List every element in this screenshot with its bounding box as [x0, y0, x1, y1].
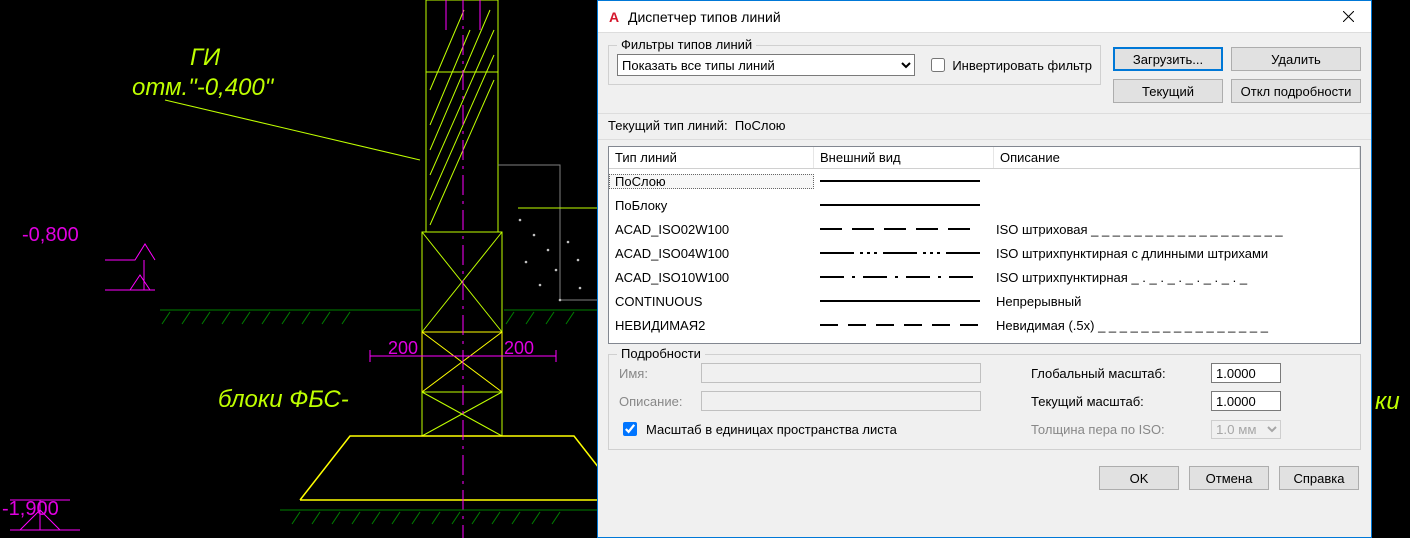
table-row[interactable]: НЕВИДИМАЯ2 Невидимая (.5x) _ _ _ _ _ _ _ …	[609, 313, 1360, 337]
paperspace-units-label[interactable]: Масштаб в единицах пространства листа	[619, 419, 897, 439]
load-button[interactable]: Загрузить...	[1113, 47, 1223, 71]
linetype-name: ACAD_ISO10W100	[609, 270, 814, 285]
linetype-desc: ISO штриховая _ _ _ _ _ _ _ _ _ _ _ _ _ …	[994, 222, 1360, 237]
details-name-input	[701, 363, 981, 383]
current-scale-label: Текущий масштаб:	[1031, 394, 1201, 409]
details-desc-label: Описание:	[619, 394, 689, 409]
filter-select[interactable]: Показать все типы линий	[617, 54, 915, 76]
linetype-swatch	[814, 319, 994, 331]
cad-dim-200b: 200	[504, 338, 534, 359]
table-row[interactable]: ACAD_ISO10W100 ISO штрихпунктирная _ . _ …	[609, 265, 1360, 289]
titlebar[interactable]: A Диспетчер типов линий	[598, 1, 1371, 33]
col-header-desc[interactable]: Описание	[994, 147, 1360, 168]
linetype-manager-dialog: A Диспетчер типов линий Фильтры типов ли…	[597, 0, 1372, 538]
invert-filter-checkbox[interactable]	[931, 58, 945, 72]
cancel-button[interactable]: Отмена	[1189, 466, 1269, 490]
col-header-appearance[interactable]: Внешний вид	[814, 147, 994, 168]
linetype-desc: Невидимая (.5x) _ _ _ _ _ _ _ _ _ _ _ _ …	[994, 318, 1360, 333]
linetype-desc: ISO штрихпунктирная с длинными штрихами	[994, 246, 1360, 261]
cad-dim-neg0800: -0,800	[22, 224, 79, 247]
col-header-name[interactable]: Тип линий	[609, 147, 814, 168]
filters-group: Фильтры типов линий Показать все типы ли…	[608, 45, 1101, 85]
table-row[interactable]: ПоСлою	[609, 169, 1360, 193]
details-name-label: Имя:	[619, 366, 689, 381]
paperspace-units-checkbox[interactable]	[623, 422, 637, 436]
current-linetype-row: Текущий тип линий: ПоСлою	[598, 113, 1371, 140]
dialog-button-row: OK Отмена Справка	[598, 458, 1371, 500]
hide-details-button[interactable]: Откл подробности	[1231, 79, 1361, 103]
linetype-name: ПоСлою	[609, 174, 814, 189]
table-row[interactable]: ПоБлоку	[609, 193, 1360, 217]
linetype-desc: Непрерывный	[994, 294, 1360, 309]
dialog-title: Диспетчер типов линий	[628, 9, 1319, 25]
table-row[interactable]: ACAD_ISO02W100 ISO штриховая _ _ _ _ _ _ …	[609, 217, 1360, 241]
linetype-swatch	[814, 295, 994, 307]
close-icon	[1343, 11, 1354, 22]
delete-button[interactable]: Удалить	[1231, 47, 1361, 71]
current-button[interactable]: Текущий	[1113, 79, 1223, 103]
linetype-name: НЕВИДИМАЯ2	[609, 318, 814, 333]
linetype-swatch	[814, 271, 994, 283]
autocad-icon: A	[606, 9, 622, 25]
cad-label-mark: отм."-0,400"	[132, 74, 273, 102]
cad-label-blocks: блоки ФБС-	[218, 386, 349, 414]
linetype-swatch	[814, 199, 994, 211]
linetype-table[interactable]: Тип линий Внешний вид Описание ПоСлою ПоБ…	[608, 146, 1361, 344]
cad-label-right: ки	[1375, 388, 1400, 416]
linetype-name: CONTINUOUS	[609, 294, 814, 309]
top-button-stack: Загрузить... Удалить Текущий Откл подроб…	[1113, 37, 1361, 105]
linetype-name: ACAD_ISO02W100	[609, 222, 814, 237]
filters-legend: Фильтры типов линий	[617, 37, 756, 52]
linetype-name: ACAD_ISO04W100	[609, 246, 814, 261]
cad-label-gi: ГИ	[190, 44, 220, 72]
details-legend: Подробности	[617, 346, 705, 361]
global-scale-label: Глобальный масштаб:	[1031, 366, 1201, 381]
linetype-desc: ISO штрихпунктирная _ . _ . _ . _ . _ . …	[994, 270, 1360, 285]
details-desc-input	[701, 391, 981, 411]
cad-dim-200a: 200	[388, 338, 418, 359]
linetype-swatch	[814, 247, 994, 259]
table-row[interactable]: ACAD_ISO04W100 ISO штрихпунктирная с длин…	[609, 241, 1360, 265]
linetype-swatch	[814, 175, 994, 187]
table-row[interactable]: CONTINUOUS Непрерывный	[609, 289, 1360, 313]
invert-filter-label[interactable]: Инвертировать фильтр	[927, 55, 1092, 75]
iso-pen-label: Толщина пера по ISO:	[1031, 422, 1201, 437]
linetype-swatch	[814, 223, 994, 235]
iso-pen-select: 1.0 мм	[1211, 420, 1281, 439]
current-scale-input[interactable]	[1211, 391, 1281, 411]
linetype-name: ПоБлоку	[609, 198, 814, 213]
global-scale-input[interactable]	[1211, 363, 1281, 383]
linetype-table-header[interactable]: Тип линий Внешний вид Описание	[609, 147, 1360, 169]
help-button[interactable]: Справка	[1279, 466, 1359, 490]
ok-button[interactable]: OK	[1099, 466, 1179, 490]
close-button[interactable]	[1325, 1, 1371, 33]
cad-dim-neg1900: -1,900	[2, 498, 59, 521]
details-group: Подробности Имя: Глобальный масштаб: Опи…	[608, 354, 1361, 450]
